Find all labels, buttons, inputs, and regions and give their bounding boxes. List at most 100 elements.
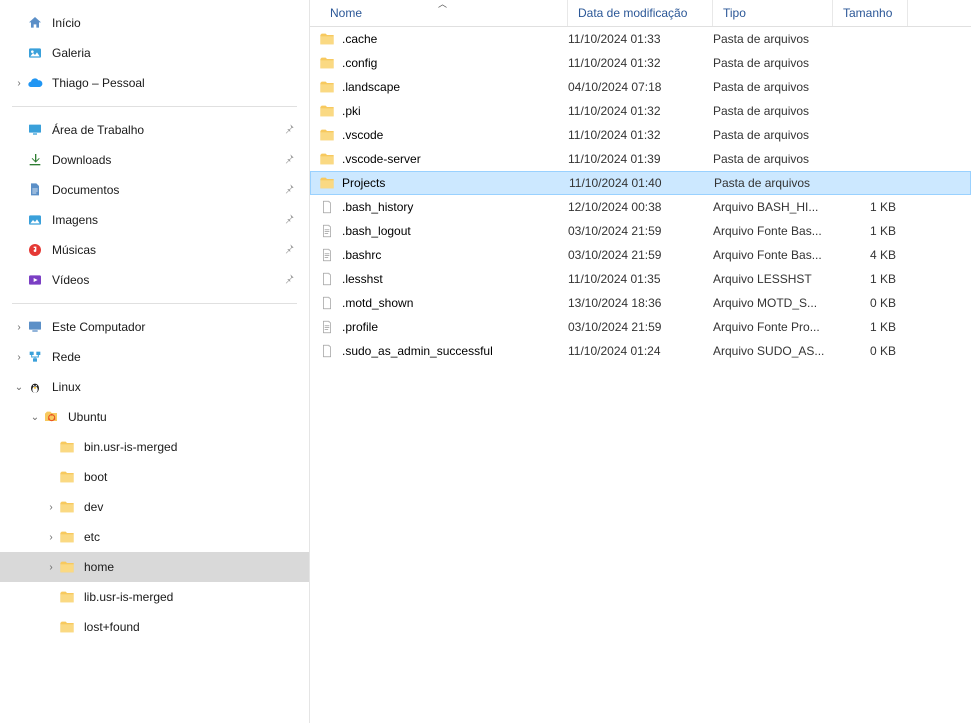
- file-type: Arquivo Fonte Bas...: [713, 248, 833, 262]
- folder-icon: [58, 589, 76, 605]
- navigation-sidebar[interactable]: Início Galeria ›Thiago – Pessoal Área de T…: [0, 0, 310, 723]
- computer-icon: [26, 319, 44, 335]
- chevron-right-icon[interactable]: ›: [12, 322, 26, 333]
- tree-bin-usr-is-merged[interactable]: bin.usr-is-merged: [0, 432, 309, 462]
- chevron-right-icon[interactable]: ›: [12, 352, 26, 363]
- file-row[interactable]: .vscode11/10/2024 01:32Pasta de arquivos: [310, 123, 971, 147]
- file-row[interactable]: Projects11/10/2024 01:40Pasta de arquivo…: [310, 171, 971, 195]
- column-header-date[interactable]: Data de modificação: [568, 0, 713, 26]
- file-name: .config: [342, 56, 377, 70]
- file-type: Arquivo Fonte Bas...: [713, 224, 833, 238]
- file-row[interactable]: .motd_shown13/10/2024 18:36Arquivo MOTD_…: [310, 291, 971, 315]
- chevron-down-icon[interactable]: ⌄: [28, 412, 42, 423]
- tree-este-computador[interactable]: › Este Computador: [0, 312, 309, 342]
- pin-icon: [284, 153, 295, 167]
- file-date: 11/10/2024 01:32: [568, 56, 713, 70]
- file-row[interactable]: .cache11/10/2024 01:33Pasta de arquivos: [310, 27, 971, 51]
- images-icon: [26, 212, 44, 228]
- file-row[interactable]: .landscape04/10/2024 07:18Pasta de arqui…: [310, 75, 971, 99]
- nav-galeria[interactable]: Galeria: [0, 38, 309, 68]
- nav-label: Área de Trabalho: [52, 123, 284, 137]
- tree-label: dev: [84, 500, 301, 514]
- column-header-type[interactable]: Tipo: [713, 0, 833, 26]
- quick--rea-de-trabalho[interactable]: Área de Trabalho: [0, 115, 309, 145]
- chevron-down-icon[interactable]: ⌄: [12, 382, 26, 393]
- nav-label: Início: [52, 16, 301, 30]
- file-row[interactable]: .bash_history12/10/2024 00:38Arquivo BAS…: [310, 195, 971, 219]
- file-type: Pasta de arquivos: [713, 104, 833, 118]
- file-row[interactable]: .bashrc03/10/2024 21:59Arquivo Fonte Bas…: [310, 243, 971, 267]
- file-lines-icon: [318, 247, 336, 263]
- file-size: 0 KB: [833, 344, 908, 358]
- file-type: Pasta de arquivos: [713, 152, 833, 166]
- file-date: 11/10/2024 01:32: [568, 104, 713, 118]
- file-icon: [318, 295, 336, 311]
- documents-icon: [26, 182, 44, 198]
- tree-boot[interactable]: boot: [0, 462, 309, 492]
- column-header-size[interactable]: Tamanho: [833, 0, 908, 26]
- file-row[interactable]: .pki11/10/2024 01:32Pasta de arquivos: [310, 99, 971, 123]
- file-type: Pasta de arquivos: [713, 32, 833, 46]
- file-name: .sudo_as_admin_successful: [342, 344, 493, 358]
- file-row[interactable]: .profile03/10/2024 21:59Arquivo Fonte Pr…: [310, 315, 971, 339]
- file-name: .landscape: [342, 80, 400, 94]
- chevron-right-icon[interactable]: ›: [12, 78, 26, 89]
- file-icon: [318, 343, 336, 359]
- file-type: Pasta de arquivos: [713, 56, 833, 70]
- tree-ubuntu[interactable]: ⌄Ubuntu: [0, 402, 309, 432]
- file-type: Pasta de arquivos: [713, 80, 833, 94]
- file-name: .bashrc: [342, 248, 381, 262]
- tree-home[interactable]: ›home: [0, 552, 309, 582]
- linux-icon: [26, 379, 44, 395]
- desktop-icon: [26, 122, 44, 138]
- file-date: 11/10/2024 01:33: [568, 32, 713, 46]
- file-row[interactable]: .vscode-server 11/10/2024 01:39Pasta de a…: [310, 147, 971, 171]
- file-lines-icon: [318, 319, 336, 335]
- file-row[interactable]: .bash_logout03/10/2024 21:59Arquivo Font…: [310, 219, 971, 243]
- tree-rede[interactable]: › Rede: [0, 342, 309, 372]
- file-date: 11/10/2024 01:40: [569, 176, 714, 190]
- file-row[interactable]: .lesshst11/10/2024 01:35Arquivo LESSHST1…: [310, 267, 971, 291]
- file-name: .vscode-server: [342, 152, 421, 166]
- gallery-icon: [26, 45, 44, 61]
- nav-label: Galeria: [52, 46, 301, 60]
- quick-m-sicas[interactable]: Músicas: [0, 235, 309, 265]
- chevron-right-icon[interactable]: ›: [44, 532, 58, 543]
- tree-linux[interactable]: ⌄ Linux: [0, 372, 309, 402]
- file-date: 03/10/2024 21:59: [568, 320, 713, 334]
- ubuntu-icon: [42, 409, 60, 425]
- quick-v-deos[interactable]: Vídeos: [0, 265, 309, 295]
- pin-icon: [284, 123, 295, 137]
- quick-imagens[interactable]: Imagens: [0, 205, 309, 235]
- tree-label: Este Computador: [52, 320, 301, 334]
- tree-dev[interactable]: › dev: [0, 492, 309, 522]
- tree-label: Linux: [52, 380, 301, 394]
- file-list[interactable]: .cache11/10/2024 01:33Pasta de arquivos.…: [310, 27, 971, 723]
- folder-icon: [58, 559, 76, 575]
- file-row[interactable]: .config 11/10/2024 01:32Pasta de arquivos: [310, 51, 971, 75]
- nav-in-cio[interactable]: Início: [0, 8, 309, 38]
- chevron-right-icon[interactable]: ›: [44, 562, 58, 573]
- tree-label: Rede: [52, 350, 301, 364]
- file-name: .lesshst: [342, 272, 383, 286]
- file-name: .vscode: [342, 128, 383, 142]
- folder-icon: [58, 529, 76, 545]
- folder-icon: [318, 55, 336, 71]
- file-date: 11/10/2024 01:24: [568, 344, 713, 358]
- nav-thiago-pessoal[interactable]: ›Thiago – Pessoal: [0, 68, 309, 98]
- tree-lib-usr-is-merged[interactable]: lib.usr-is-merged: [0, 582, 309, 612]
- tree-lost-found[interactable]: lost+found: [0, 612, 309, 642]
- folder-icon: [58, 499, 76, 515]
- tree-etc[interactable]: ›etc: [0, 522, 309, 552]
- chevron-right-icon[interactable]: ›: [44, 502, 58, 513]
- divider: [12, 106, 297, 107]
- file-type: Arquivo SUDO_AS...: [713, 344, 833, 358]
- file-row[interactable]: .sudo_as_admin_successful 11/10/2024 01:2…: [310, 339, 971, 363]
- folder-icon: [318, 175, 336, 191]
- music-icon: [26, 242, 44, 258]
- file-date: 11/10/2024 01:39: [568, 152, 713, 166]
- quick-downloads[interactable]: Downloads: [0, 145, 309, 175]
- quick-documentos[interactable]: Documentos: [0, 175, 309, 205]
- file-list-panel: ︿ Nome Data de modificação Tipo Tamanho …: [310, 0, 971, 723]
- file-type: Pasta de arquivos: [713, 128, 833, 142]
